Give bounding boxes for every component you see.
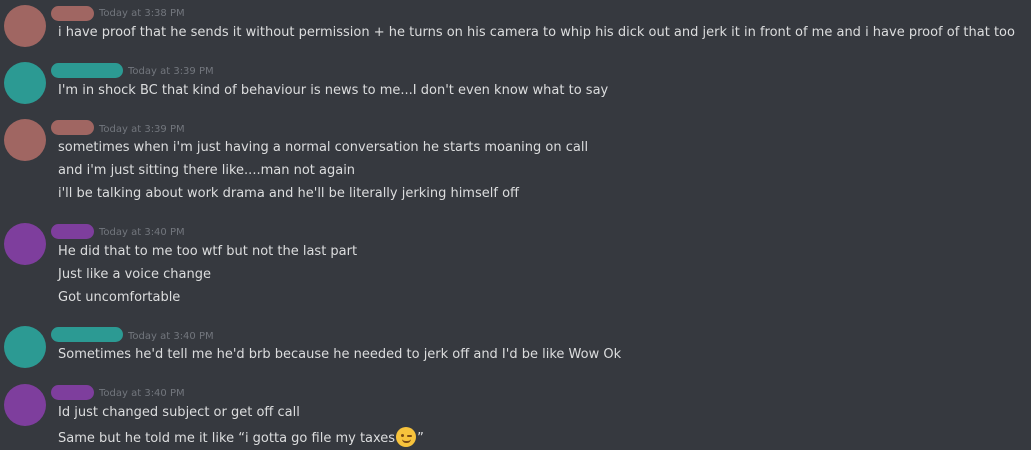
username-redacted[interactable] <box>51 224 94 239</box>
avatar[interactable] <box>4 119 46 161</box>
username-redacted[interactable] <box>51 385 94 400</box>
message-timestamp: Today at 3:40 PM <box>99 388 185 399</box>
message-text: i'll be talking about work drama and he'… <box>58 186 519 201</box>
avatar[interactable] <box>4 5 46 47</box>
message-text: sometimes when i'm just having a normal … <box>58 140 589 155</box>
message-text: He did that to me too wtf but not the la… <box>58 244 358 259</box>
message-timestamp: Today at 3:40 PM <box>128 331 214 342</box>
avatar[interactable] <box>4 223 46 265</box>
message-timestamp: Today at 3:38 PM <box>99 8 185 19</box>
username-redacted[interactable] <box>51 327 123 342</box>
username-redacted[interactable] <box>51 63 123 78</box>
avatar[interactable] <box>4 384 46 426</box>
message-text: Just like a voice change <box>58 267 211 282</box>
message-text-segment: ” <box>417 431 424 446</box>
message-text-segment: Same but he told me it like “i gotta go … <box>58 431 396 446</box>
username-redacted[interactable] <box>51 6 94 21</box>
message-text: Got uncomfortable <box>58 290 181 305</box>
message-timestamp: Today at 3:39 PM <box>128 66 214 77</box>
message-text: i have proof that he sends it without pe… <box>58 25 1015 40</box>
message-timestamp: Today at 3:39 PM <box>99 124 185 135</box>
avatar[interactable] <box>4 326 46 368</box>
winking-face-emoji-icon <box>396 427 417 447</box>
message-text: and i'm just sitting there like....man n… <box>58 163 356 178</box>
message-text: Id just changed subject or get off call <box>58 405 300 420</box>
message-text: Sometimes he'd tell me he'd brb because … <box>58 347 622 362</box>
message-timestamp: Today at 3:40 PM <box>99 227 185 238</box>
username-redacted[interactable] <box>51 120 94 135</box>
message-text: Same but he told me it like “i gotta go … <box>58 427 424 448</box>
message-text: I'm in shock BC that kind of behaviour i… <box>58 83 609 98</box>
avatar[interactable] <box>4 62 46 104</box>
